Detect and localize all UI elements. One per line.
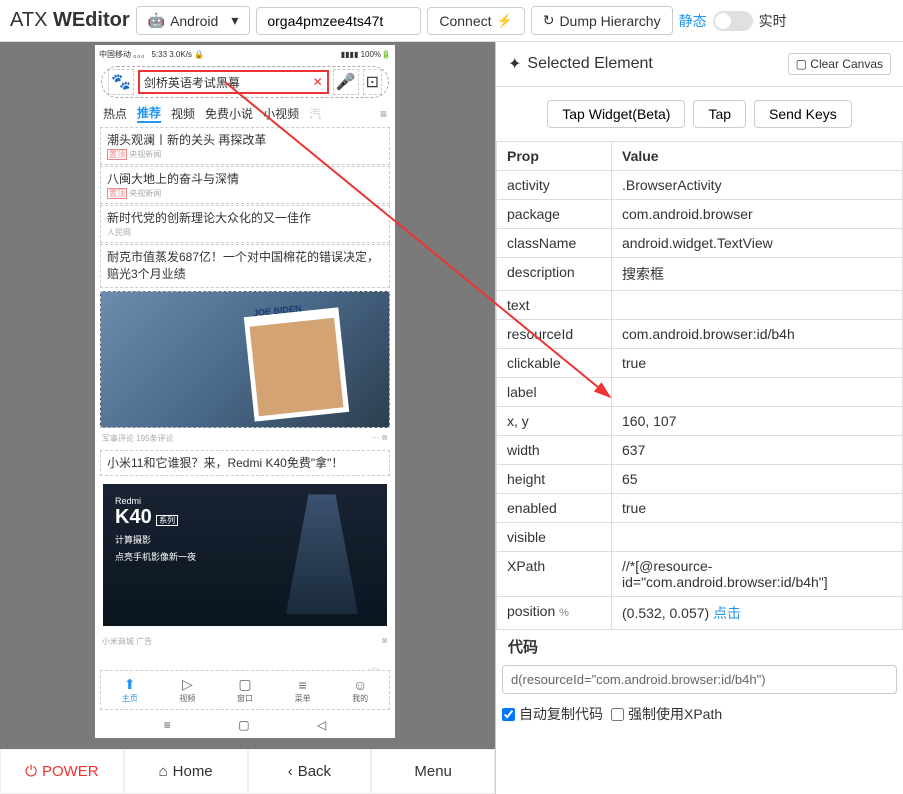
panel-title: Selected Element <box>527 55 652 73</box>
home-icon: ⬆ <box>122 676 138 693</box>
news-item[interactable]: 八闽大地上的奋斗与深情 置顶 央视新闻 <box>100 166 390 204</box>
back-icon: ‹ <box>288 763 293 780</box>
back-button[interactable]: ‹Back <box>248 749 372 794</box>
paw-icon: 🐾 <box>108 69 134 95</box>
auto-copy-checkbox[interactable] <box>502 708 515 721</box>
table-row: classNameandroid.widget.TextView <box>497 229 903 258</box>
mode-switch[interactable] <box>713 11 753 31</box>
browser-search-bar[interactable]: 🐾 剑桥英语考试黑幕 ✕ 🎤 ⊡ <box>101 66 389 98</box>
news-meta: 军事评论 195条评论⋯ ⊗ <box>95 431 395 446</box>
nav-home-icon[interactable]: ▢ <box>238 718 249 732</box>
code-output[interactable]: d(resourceId="com.android.browser:id/b4h… <box>502 665 897 694</box>
scan-icon[interactable]: ⊡ <box>363 69 382 95</box>
connect-button[interactable]: Connect⚡ <box>427 7 524 35</box>
search-text: 剑桥英语考试黑幕 <box>144 74 240 91</box>
realtime-mode-label: 实时 <box>759 11 787 31</box>
ad-meta: 小米商城 广告⊗ <box>95 634 395 649</box>
news-image[interactable] <box>100 291 390 428</box>
properties-table: PropValue activity.BrowserActivitypackag… <box>496 141 903 630</box>
user-icon: ☺ <box>352 677 368 693</box>
chevron-down-icon: ▾ <box>231 12 238 29</box>
refresh-icon: ↻ <box>543 12 555 29</box>
play-icon: ▷ <box>179 676 195 693</box>
table-row: x, y160, 107 <box>497 407 903 436</box>
app-logo: ATX WEditor <box>10 9 130 32</box>
device-statusbar: 中国移动 。。。 5:33 3.0K/s 🔒▮▮▮▮ 100%🔋 <box>95 45 395 63</box>
table-row: visible <box>497 523 903 552</box>
power-button[interactable]: ⏻POWER <box>0 749 124 794</box>
ad-banner[interactable]: Redmi K40 系列 计算摄影 点亮手机影像新一夜 <box>103 484 387 626</box>
position-click-link[interactable]: 点击 <box>713 605 741 621</box>
android-navbar: ≡ ▢ ◁ <box>130 712 360 738</box>
table-row: clickabletrue <box>497 349 903 378</box>
tap-button[interactable]: Tap <box>693 100 746 128</box>
nav-back-icon[interactable]: ◁ <box>317 718 326 732</box>
nav-menu-icon[interactable]: ≡ <box>164 718 171 732</box>
category-tabs[interactable]: 热点 推荐 视频 免费小说 小视频 汽 ≡ <box>95 101 395 126</box>
nav-video[interactable]: ▷视频 <box>179 676 195 704</box>
table-row: packagecom.android.browser <box>497 200 903 229</box>
bottom-nav: ⬆主页 ▷视频 ▢窗口 ≡菜单 ☺我的 <box>100 670 390 710</box>
force-xpath-label: 强制使用XPath <box>628 704 722 724</box>
home-button[interactable]: ⌂Home <box>124 749 248 794</box>
table-row: XPath//*[@resource-id="com.android.brows… <box>497 552 903 597</box>
dump-hierarchy-button[interactable]: ↻ Dump Hierarchy <box>531 6 673 35</box>
table-row: description搜索框 <box>497 258 903 291</box>
send-keys-button[interactable]: Send Keys <box>754 100 852 128</box>
bolt-icon: ⚡ <box>497 13 513 29</box>
device-screen[interactable]: 中国移动 。。。 5:33 3.0K/s 🔒▮▮▮▮ 100%🔋 🐾 剑桥英语考… <box>95 45 395 738</box>
android-icon: 🤖 <box>148 12 165 29</box>
code-section-label: 代码 <box>496 630 903 663</box>
news-item[interactable]: 潮头观澜丨新的关头 再探改革 置顶 央视新闻 <box>100 127 390 165</box>
serial-input[interactable] <box>256 7 421 35</box>
table-row: height65 <box>497 465 903 494</box>
system-buttons-bar: ⏻POWER ⌂Home ‹Back Menu <box>0 749 495 794</box>
power-icon: ⏻ <box>25 763 37 780</box>
mic-icon[interactable]: 🎤 <box>333 69 359 95</box>
hamburger-icon[interactable]: ≡ <box>380 107 387 121</box>
news-item[interactable]: 小米11和它谁狠？来，Redmi K40免费"拿"！ <box>100 450 390 477</box>
table-row: resourceIdcom.android.browser:id/b4h <box>497 320 903 349</box>
nav-menu[interactable]: ≡菜单 <box>295 677 311 704</box>
nav-window[interactable]: ▢窗口 <box>237 676 253 704</box>
table-row: activity.BrowserActivity <box>497 171 903 200</box>
force-xpath-checkbox[interactable] <box>611 708 624 721</box>
window-icon: ▢ <box>237 676 253 693</box>
menu-button[interactable]: Menu <box>371 749 495 794</box>
menu-icon: ≡ <box>295 677 311 693</box>
clear-search-icon[interactable]: ✕ <box>313 75 323 89</box>
table-row: width637 <box>497 436 903 465</box>
table-row: enabledtrue <box>497 494 903 523</box>
clear-canvas-button[interactable]: ▢ Clear Canvas <box>788 53 891 75</box>
news-item[interactable]: 耐克市值蒸发687亿！一个对中国棉花的错误决定，赔光3个月业绩 <box>100 244 390 288</box>
crosshair-icon: ✦ <box>508 54 521 74</box>
nav-me[interactable]: ☺我的 <box>352 677 368 704</box>
tap-widget-button[interactable]: Tap Widget(Beta) <box>547 100 685 128</box>
home-icon: ⌂ <box>159 763 168 780</box>
static-mode-link[interactable]: 静态 <box>679 11 707 31</box>
nav-home[interactable]: ⬆主页 <box>122 676 138 704</box>
platform-selector[interactable]: 🤖 Android ▾ <box>136 6 251 35</box>
news-item[interactable]: 新时代党的创新理论大众化的又一佳作 人民网 <box>100 205 390 243</box>
table-row: label <box>497 378 903 407</box>
table-row: text <box>497 291 903 320</box>
auto-copy-label: 自动复制代码 <box>519 704 603 724</box>
